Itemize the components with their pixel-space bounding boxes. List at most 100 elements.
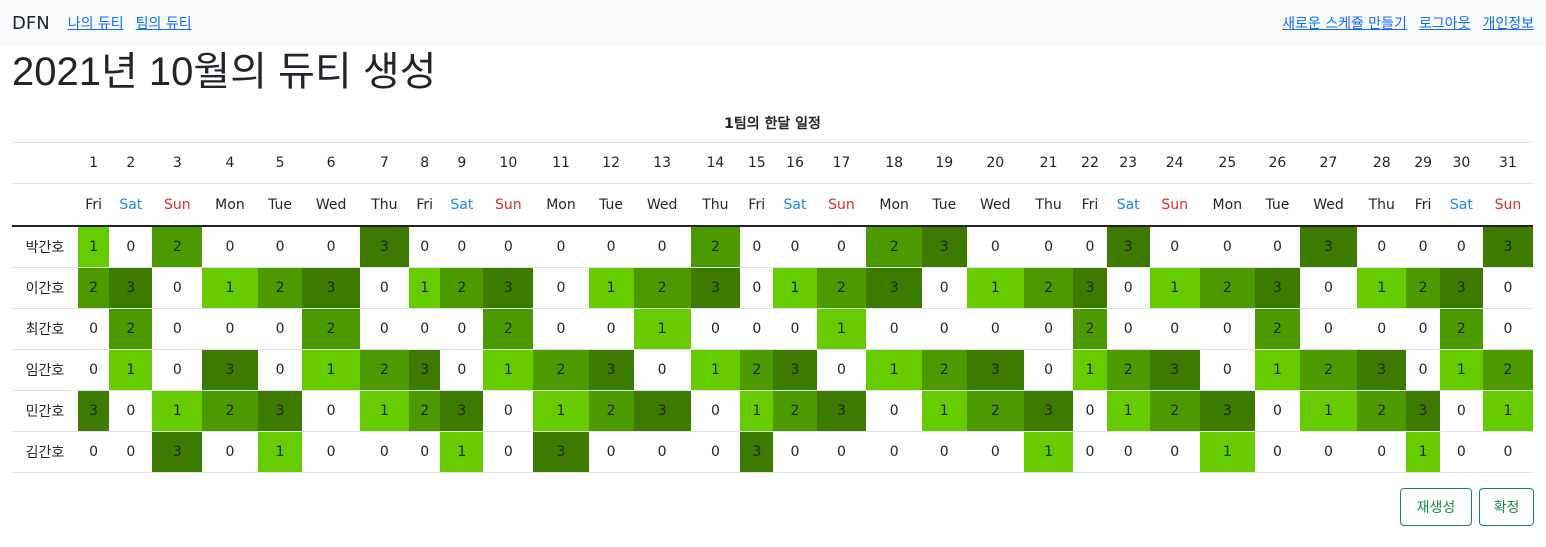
duty-cell[interactable]: 2 bbox=[1106, 349, 1150, 391]
duty-cell[interactable]: 2 bbox=[1073, 308, 1107, 350]
duty-cell[interactable]: 2 bbox=[1255, 308, 1300, 350]
duty-cell[interactable]: 3 bbox=[359, 225, 410, 268]
duty-cell[interactable]: 1 bbox=[1106, 390, 1150, 432]
nav-link-team-duty[interactable]: 팀의 듀티 bbox=[136, 13, 192, 33]
duty-cell[interactable]: 2 bbox=[202, 390, 258, 432]
duty-cell[interactable]: 2 bbox=[1149, 390, 1200, 432]
duty-cell[interactable]: 3 bbox=[202, 349, 258, 391]
duty-cell[interactable]: 1 bbox=[152, 390, 203, 432]
duty-cell[interactable]: 0 bbox=[588, 225, 634, 268]
duty-cell[interactable]: 1 bbox=[1073, 349, 1107, 391]
duty-cell[interactable]: 0 bbox=[1106, 431, 1150, 473]
duty-cell[interactable]: 1 bbox=[1439, 349, 1483, 391]
duty-cell[interactable]: 2 bbox=[740, 349, 774, 391]
duty-cell[interactable]: 2 bbox=[302, 308, 360, 350]
duty-cell[interactable]: 0 bbox=[1073, 390, 1107, 432]
duty-cell[interactable]: 2 bbox=[866, 225, 922, 268]
duty-cell[interactable]: 1 bbox=[633, 308, 691, 350]
duty-cell[interactable]: 3 bbox=[690, 267, 741, 309]
duty-cell[interactable]: 0 bbox=[816, 431, 867, 473]
duty-cell[interactable]: 3 bbox=[816, 390, 867, 432]
duty-cell[interactable]: 3 bbox=[1357, 349, 1407, 391]
duty-cell[interactable]: 1 bbox=[966, 267, 1024, 309]
duty-cell[interactable]: 0 bbox=[921, 431, 967, 473]
duty-cell[interactable]: 0 bbox=[1299, 267, 1358, 309]
duty-cell[interactable]: 0 bbox=[409, 308, 441, 350]
duty-cell[interactable]: 0 bbox=[152, 349, 203, 391]
duty-cell[interactable]: 1 bbox=[1406, 431, 1440, 473]
duty-cell[interactable]: 0 bbox=[1439, 431, 1483, 473]
duty-cell[interactable]: 0 bbox=[773, 308, 817, 350]
duty-cell[interactable]: 2 bbox=[257, 267, 303, 309]
duty-cell[interactable]: 3 bbox=[409, 349, 441, 391]
duty-cell[interactable]: 0 bbox=[740, 267, 774, 309]
duty-cell[interactable]: 0 bbox=[440, 225, 484, 268]
duty-cell[interactable]: 3 bbox=[1149, 349, 1200, 391]
duty-cell[interactable]: 0 bbox=[966, 431, 1024, 473]
nav-link-my-duty[interactable]: 나의 듀티 bbox=[68, 13, 124, 33]
duty-cell[interactable]: 0 bbox=[409, 431, 441, 473]
duty-cell[interactable]: 0 bbox=[1406, 225, 1440, 268]
duty-cell[interactable]: 0 bbox=[533, 225, 589, 268]
duty-cell[interactable]: 3 bbox=[1073, 267, 1107, 309]
duty-cell[interactable]: 1 bbox=[109, 349, 153, 391]
duty-cell[interactable]: 2 bbox=[816, 267, 867, 309]
duty-cell[interactable]: 1 bbox=[302, 349, 360, 391]
duty-cell[interactable]: 0 bbox=[690, 308, 741, 350]
duty-cell[interactable]: 0 bbox=[1073, 225, 1107, 268]
duty-cell[interactable]: 0 bbox=[202, 225, 258, 268]
duty-cell[interactable]: 3 bbox=[152, 431, 203, 473]
duty-cell[interactable]: 0 bbox=[1357, 225, 1407, 268]
duty-cell[interactable]: 0 bbox=[1199, 308, 1255, 350]
duty-cell[interactable]: 3 bbox=[1406, 390, 1440, 432]
duty-cell[interactable]: 0 bbox=[740, 225, 774, 268]
duty-cell[interactable]: 0 bbox=[78, 308, 110, 350]
duty-cell[interactable]: 3 bbox=[1439, 267, 1483, 309]
duty-cell[interactable]: 0 bbox=[359, 267, 410, 309]
duty-cell[interactable]: 0 bbox=[440, 349, 484, 391]
duty-cell[interactable]: 2 bbox=[533, 349, 589, 391]
duty-cell[interactable]: 1 bbox=[202, 267, 258, 309]
duty-cell[interactable]: 1 bbox=[1199, 431, 1255, 473]
duty-cell[interactable]: 1 bbox=[690, 349, 741, 391]
duty-cell[interactable]: 0 bbox=[533, 308, 589, 350]
duty-cell[interactable]: 2 bbox=[1299, 349, 1358, 391]
duty-cell[interactable]: 0 bbox=[966, 308, 1024, 350]
duty-cell[interactable]: 0 bbox=[202, 431, 258, 473]
nav-link-logout[interactable]: 로그아웃 bbox=[1419, 13, 1471, 33]
duty-cell[interactable]: 1 bbox=[483, 349, 534, 391]
duty-cell[interactable]: 3 bbox=[302, 267, 360, 309]
duty-cell[interactable]: 0 bbox=[1199, 225, 1255, 268]
duty-cell[interactable]: 0 bbox=[1255, 225, 1300, 268]
duty-cell[interactable]: 2 bbox=[633, 267, 691, 309]
duty-cell[interactable]: 0 bbox=[1406, 349, 1440, 391]
duty-cell[interactable]: 0 bbox=[690, 431, 741, 473]
duty-cell[interactable]: 0 bbox=[1439, 225, 1483, 268]
duty-cell[interactable]: 0 bbox=[533, 267, 589, 309]
duty-cell[interactable]: 3 bbox=[440, 390, 484, 432]
duty-cell[interactable]: 3 bbox=[1299, 225, 1358, 268]
nav-link-profile[interactable]: 개인정보 bbox=[1482, 13, 1534, 33]
duty-cell[interactable]: 1 bbox=[1149, 267, 1200, 309]
duty-cell[interactable]: 3 bbox=[633, 390, 691, 432]
duty-cell[interactable]: 0 bbox=[1023, 225, 1074, 268]
duty-cell[interactable]: 1 bbox=[740, 390, 774, 432]
duty-cell[interactable]: 0 bbox=[1023, 349, 1074, 391]
duty-cell[interactable]: 3 bbox=[1106, 225, 1150, 268]
duty-cell[interactable]: 3 bbox=[588, 349, 634, 391]
duty-cell[interactable]: 0 bbox=[78, 431, 110, 473]
duty-cell[interactable]: 0 bbox=[1106, 267, 1150, 309]
duty-cell[interactable]: 0 bbox=[1299, 431, 1358, 473]
duty-cell[interactable]: 0 bbox=[483, 390, 534, 432]
duty-cell[interactable]: 3 bbox=[1255, 267, 1300, 309]
duty-cell[interactable]: 0 bbox=[109, 390, 153, 432]
duty-cell[interactable]: 1 bbox=[921, 390, 967, 432]
duty-cell[interactable]: 1 bbox=[409, 267, 441, 309]
duty-cell[interactable]: 2 bbox=[690, 225, 741, 268]
duty-cell[interactable]: 0 bbox=[202, 308, 258, 350]
duty-cell[interactable]: 1 bbox=[359, 390, 410, 432]
duty-cell[interactable]: 3 bbox=[966, 349, 1024, 391]
duty-cell[interactable]: 0 bbox=[1357, 308, 1407, 350]
duty-cell[interactable]: 0 bbox=[690, 390, 741, 432]
duty-cell[interactable]: 3 bbox=[1482, 225, 1533, 268]
